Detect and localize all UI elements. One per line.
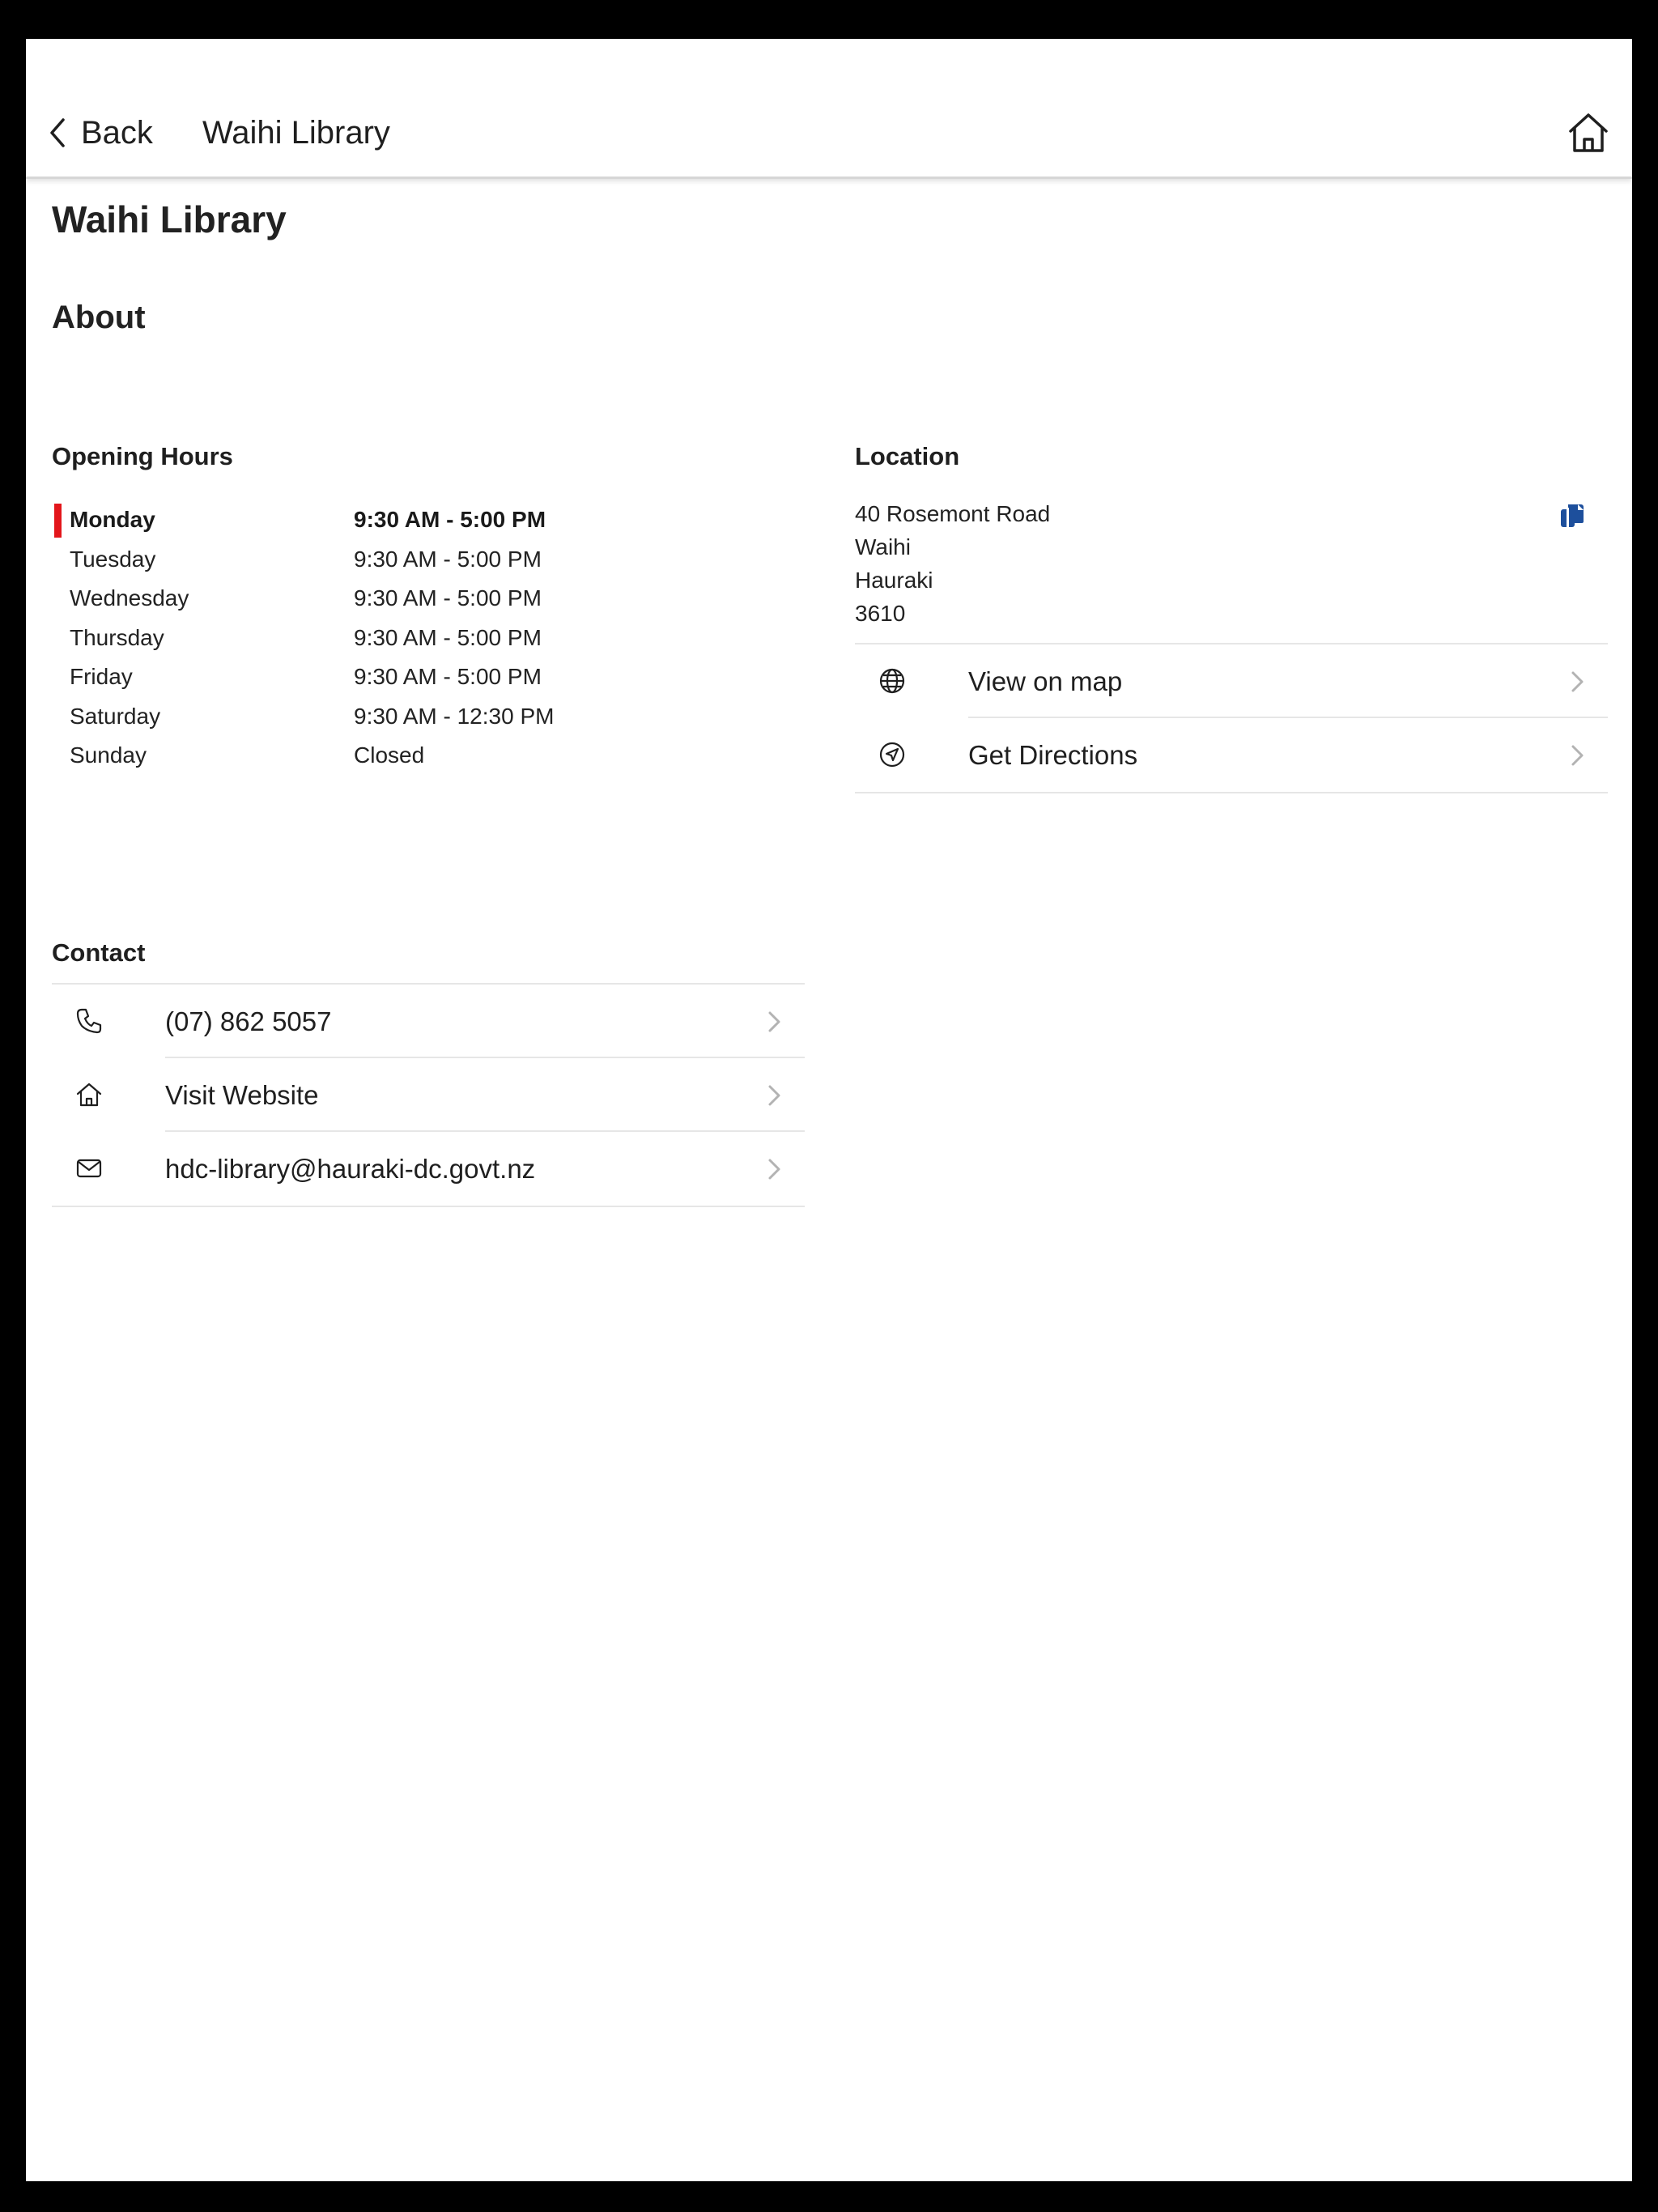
- website-label: Visit Website: [165, 1080, 319, 1110]
- chevron-right-icon: [1571, 671, 1584, 692]
- navigation-bar: Back Waihi Library: [26, 39, 1632, 179]
- website-row[interactable]: Visit Website: [52, 1058, 805, 1132]
- home-icon[interactable]: [1564, 108, 1613, 157]
- hours-row-monday: Monday 9:30 AM - 5:00 PM: [52, 500, 780, 540]
- get-directions-row[interactable]: Get Directions: [855, 718, 1608, 793]
- copy-icon[interactable]: [1558, 502, 1586, 530]
- day-label: Wednesday: [70, 585, 189, 610]
- hours-value: 9:30 AM - 12:30 PM: [354, 703, 555, 729]
- app-screen: Back Waihi Library Waihi Library About O…: [26, 39, 1632, 2181]
- opening-hours-table: Monday 9:30 AM - 5:00 PM Tuesday 9:30 AM…: [52, 500, 780, 776]
- view-on-map-label: View on map: [968, 666, 1123, 696]
- phone-icon: [76, 1008, 102, 1034]
- globe-icon: [879, 668, 905, 694]
- day-label: Saturday: [70, 703, 161, 729]
- chevron-right-icon: [768, 1011, 780, 1032]
- location-actions-list: View on map Get Directions: [855, 643, 1608, 793]
- chevron-right-icon: [768, 1085, 780, 1106]
- about-heading: About: [52, 300, 146, 335]
- view-on-map-row[interactable]: View on map: [855, 644, 1608, 718]
- address-street: 40 Rosemont Road: [855, 501, 1051, 526]
- day-label: Sunday: [70, 742, 147, 768]
- day-label: Friday: [70, 664, 133, 689]
- address-town: Waihi: [855, 534, 911, 559]
- day-label: Monday: [70, 507, 155, 532]
- email-row[interactable]: hdc-library@hauraki-dc.govt.nz: [52, 1132, 805, 1207]
- hours-value: 9:30 AM - 5:00 PM: [354, 664, 542, 689]
- hours-row-tuesday: Tuesday 9:30 AM - 5:00 PM: [52, 540, 780, 580]
- nav-title: Waihi Library: [202, 115, 390, 151]
- hours-row-thursday: Thursday 9:30 AM - 5:00 PM: [52, 619, 780, 658]
- hours-row-saturday: Saturday 9:30 AM - 12:30 PM: [52, 697, 780, 737]
- hours-value: Closed: [354, 742, 425, 768]
- address-block: 40 Rosemont Road Waihi Hauraki 3610: [855, 497, 1050, 630]
- back-button[interactable]: Back: [49, 104, 153, 162]
- contact-heading: Contact: [52, 938, 146, 967]
- day-label: Thursday: [70, 624, 164, 650]
- address-district: Hauraki: [855, 568, 933, 593]
- phone-row[interactable]: (07) 862 5057: [52, 985, 805, 1058]
- hours-value: 9:30 AM - 5:00 PM: [354, 624, 542, 650]
- hours-row-friday: Friday 9:30 AM - 5:00 PM: [52, 657, 780, 697]
- contact-list: (07) 862 5057 Visit Website hdc-library@…: [52, 983, 805, 1207]
- opening-hours-heading: Opening Hours: [52, 442, 233, 470]
- back-label: Back: [81, 114, 153, 151]
- day-label: Tuesday: [70, 546, 156, 572]
- location-heading: Location: [855, 442, 960, 470]
- hours-row-wednesday: Wednesday 9:30 AM - 5:00 PM: [52, 579, 780, 619]
- mail-icon: [76, 1159, 102, 1178]
- chevron-right-icon: [768, 1159, 780, 1180]
- phone-label: (07) 862 5057: [165, 1006, 332, 1036]
- page-title: Waihi Library: [52, 198, 287, 240]
- today-marker: [54, 504, 62, 538]
- navigation-icon: [879, 742, 905, 768]
- chevron-left-icon: [50, 118, 65, 147]
- hours-value: 9:30 AM - 5:00 PM: [354, 546, 542, 572]
- chevron-right-icon: [1571, 745, 1584, 766]
- home-icon: [76, 1083, 102, 1107]
- get-directions-label: Get Directions: [968, 740, 1138, 770]
- hours-value: 9:30 AM - 5:00 PM: [354, 585, 542, 610]
- address-postcode: 3610: [855, 601, 906, 626]
- email-label: hdc-library@hauraki-dc.govt.nz: [165, 1154, 536, 1184]
- hours-value: 9:30 AM - 5:00 PM: [354, 507, 546, 532]
- hours-row-sunday: Sunday Closed: [52, 736, 780, 776]
